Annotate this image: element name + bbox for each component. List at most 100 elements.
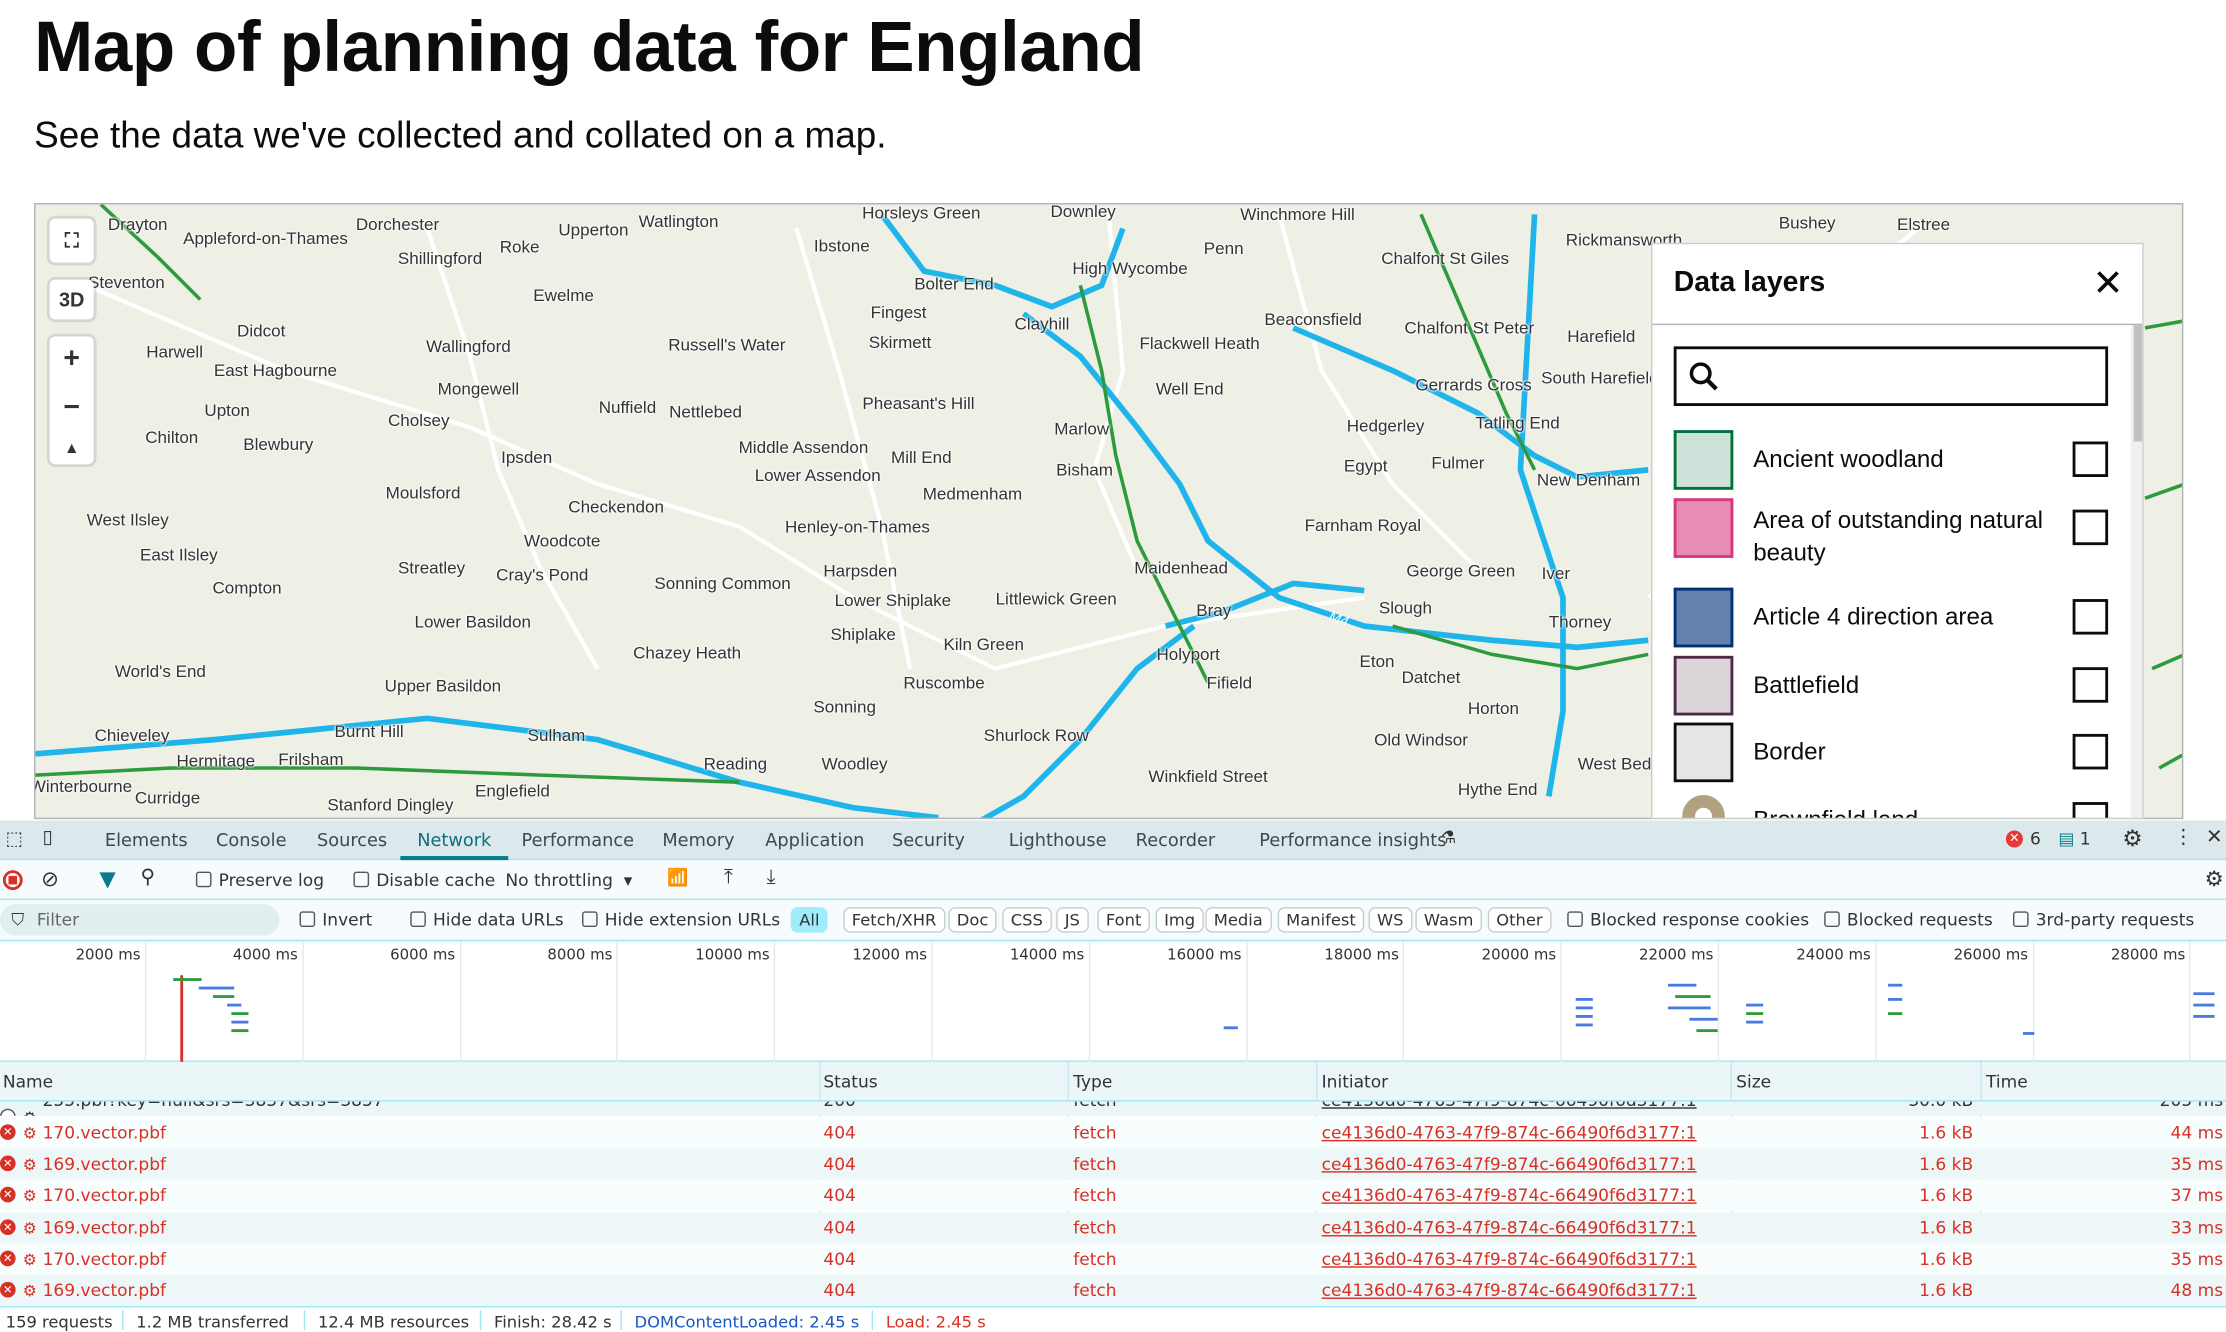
cell-initiator[interactable]: ce4136d0-4763-47f9-874c-66490f6d3177:1 (1322, 1249, 1697, 1269)
column-header-status[interactable]: Status (823, 1072, 877, 1092)
panel-scrollbar[interactable] (2130, 325, 2143, 818)
filter-type-wasm[interactable]: Wasm (1415, 907, 1482, 933)
cell-name[interactable]: 169.vector.pbf (43, 1154, 166, 1174)
network-settings-icon[interactable]: ⚙ (2205, 866, 2224, 892)
filter-type-fetchxhr[interactable]: Fetch/XHR (843, 907, 945, 933)
place-label: Ipsden (501, 447, 553, 468)
table-row[interactable]: ✕ ⚙ 170.vector.pbf 404 fetch ce4136d0-4763-47… (0, 1243, 2226, 1275)
table-row[interactable]: ⚙ 255.pbf?key=null&srs=3857&srs=3857 200 fe… (0, 1101, 2226, 1116)
column-header-name[interactable]: Name (3, 1072, 53, 1092)
network-conditions-icon[interactable]: 📶 (667, 867, 688, 887)
tab-memory[interactable]: Memory (662, 829, 734, 850)
table-row[interactable]: ✕ ⚙ 169.vector.pbf 404 fetch ce4136d0-4763-47… (0, 1274, 2226, 1307)
cell-initiator[interactable]: ce4136d0-4763-47f9-874c-66490f6d3177:1 (1322, 1123, 1697, 1143)
cell-name[interactable]: 170.vector.pbf (43, 1186, 166, 1206)
layer-search-input[interactable] (1673, 346, 2109, 407)
cell-name[interactable]: 169.vector.pbf (43, 1280, 166, 1300)
cell-initiator[interactable]: ce4136d0-4763-47f9-874c-66490f6d3177:1 (1322, 1217, 1697, 1237)
column-header-type[interactable]: Type (1073, 1072, 1112, 1092)
network-overview-timeline[interactable]: 2000 ms 4000 ms 6000 ms 8000 ms 10000 ms 1200… (0, 939, 2226, 1064)
tab-console[interactable]: Console (216, 829, 286, 850)
invert-checkbox[interactable]: Invert (299, 910, 372, 930)
table-row[interactable]: ✕ ⚙ 169.vector.pbf 404 fetch ce4136d0-4763-47… (0, 1148, 2226, 1180)
inspect-element-icon[interactable]: ⬚ (6, 829, 23, 850)
error-count[interactable]: 6 (2030, 829, 2041, 849)
device-toolbar-icon[interactable]: ▯ (43, 828, 53, 849)
more-options-icon[interactable]: ⋮ (2173, 826, 2193, 849)
zoom-out-button[interactable]: − (63, 392, 80, 425)
layer-item[interactable]: Area of outstanding natural beauty (1673, 498, 2114, 566)
filter-type-manifest[interactable]: Manifest (1277, 907, 1365, 933)
layer-item[interactable]: Battlefield (1673, 655, 2114, 718)
record-button[interactable] (2, 870, 23, 891)
tab-lighthouse[interactable]: Lighthouse (1009, 829, 1107, 850)
export-har-icon[interactable]: ⤓ (767, 866, 776, 889)
layer-checkbox[interactable] (2072, 733, 2109, 770)
filter-type-doc[interactable]: Doc (948, 907, 997, 933)
tab-sources[interactable]: Sources (317, 829, 387, 850)
layer-item[interactable]: Article 4 direction area (1673, 587, 2114, 650)
layer-item[interactable]: Brownfield land (1674, 791, 2114, 818)
blocked-cookies-checkbox[interactable]: Blocked response cookies (1567, 910, 1809, 930)
hide-extension-urls-checkbox[interactable]: Hide extension URLs (582, 910, 780, 930)
layer-checkbox[interactable] (2072, 441, 2109, 477)
message-count[interactable]: 1 (2080, 829, 2091, 849)
import-har-icon[interactable]: ⤒ (724, 866, 733, 889)
place-label: Flackwell Heath (1139, 333, 1260, 354)
throttling-select[interactable]: No throttling ▾ (505, 870, 632, 890)
cell-initiator[interactable]: ce4136d0-4763-47f9-874c-66490f6d3177:1 (1322, 1102, 1697, 1111)
tab-elements[interactable]: Elements (105, 829, 188, 850)
tab-recorder[interactable]: Recorder (1136, 829, 1216, 850)
filter-input[interactable]: ⛉ Filter (0, 904, 280, 936)
fullscreen-button[interactable]: ⛶ (49, 218, 94, 263)
table-row[interactable]: ✕ ⚙ 169.vector.pbf 404 fetch ce4136d0-4763-47… (0, 1211, 2226, 1243)
layer-checkbox[interactable] (2072, 509, 2109, 546)
hide-data-urls-checkbox[interactable]: Hide data URLs (410, 910, 564, 930)
layer-checkbox[interactable] (2072, 802, 2109, 818)
tab-application[interactable]: Application (765, 829, 864, 850)
close-devtools-icon[interactable]: ✕ (2206, 826, 2223, 849)
tab-performance[interactable]: Performance (522, 829, 634, 850)
tab-performance-insights[interactable]: Performance insights (1259, 829, 1446, 850)
filter-type-css[interactable]: CSS (1002, 907, 1052, 933)
3d-button[interactable]: 3D (49, 279, 94, 320)
tab-network[interactable]: Network (417, 829, 491, 850)
cell-name[interactable]: 170.vector.pbf (43, 1249, 166, 1269)
filter-type-ws[interactable]: WS (1368, 907, 1413, 933)
filter-type-other[interactable]: Other (1487, 907, 1552, 933)
layer-item[interactable]: Border (1673, 722, 2114, 785)
filter-type-font[interactable]: Font (1097, 907, 1150, 933)
layer-item[interactable]: Ancient woodland (1673, 430, 2114, 492)
search-icon[interactable]: ⚲ (141, 866, 156, 889)
compass-icon[interactable]: ▲ (64, 440, 79, 457)
clear-icon[interactable]: ⊘ (41, 866, 59, 892)
filter-type-all[interactable]: All (790, 907, 829, 933)
settings-icon[interactable]: ⚙ (2122, 825, 2142, 852)
tab-security[interactable]: Security (892, 829, 965, 850)
cell-name[interactable]: 170.vector.pbf (43, 1123, 166, 1143)
preserve-log-checkbox[interactable]: Preserve log (195, 870, 324, 890)
cell-initiator[interactable]: ce4136d0-4763-47f9-874c-66490f6d3177:1 (1322, 1280, 1697, 1300)
filter-type-js[interactable]: JS (1056, 907, 1089, 933)
column-header-initiator[interactable]: Initiator (1322, 1072, 1389, 1092)
blocked-requests-checkbox[interactable]: Blocked requests (1824, 910, 1993, 930)
cell-initiator[interactable]: ce4136d0-4763-47f9-874c-66490f6d3177:1 (1322, 1186, 1697, 1206)
layer-checkbox[interactable] (2072, 599, 2109, 635)
column-header-size[interactable]: Size (1736, 1072, 1771, 1092)
filter-type-img[interactable]: Img (1155, 907, 1204, 933)
filter-type-media[interactable]: Media (1205, 907, 1272, 933)
cell-initiator[interactable]: ce4136d0-4763-47f9-874c-66490f6d3177:1 (1322, 1154, 1697, 1174)
table-row[interactable]: ✕ ⚙ 170.vector.pbf 404 fetch ce4136d0-4763-47… (0, 1117, 2226, 1149)
filter-icon[interactable]: ▼ (99, 866, 115, 892)
table-row[interactable]: ✕ ⚙ 170.vector.pbf 404 fetch ce4136d0-4763-47… (0, 1180, 2226, 1212)
close-icon[interactable]: ✕ (2092, 261, 2123, 304)
layer-checkbox[interactable] (2072, 667, 2109, 703)
cell-name[interactable]: 169.vector.pbf (43, 1217, 166, 1237)
zoom-in-button[interactable]: + (63, 344, 80, 377)
disable-cache-checkbox[interactable]: Disable cache (353, 870, 495, 890)
message-icon[interactable]: ▤ (2058, 829, 2074, 849)
error-icon[interactable]: ✕ (2005, 830, 2023, 848)
third-party-checkbox[interactable]: 3rd-party requests (2012, 910, 2194, 930)
column-header-time[interactable]: Time (1986, 1072, 2028, 1092)
cell-name[interactable]: 255.pbf?key=null&srs=3857&srs=3857 (43, 1102, 384, 1111)
